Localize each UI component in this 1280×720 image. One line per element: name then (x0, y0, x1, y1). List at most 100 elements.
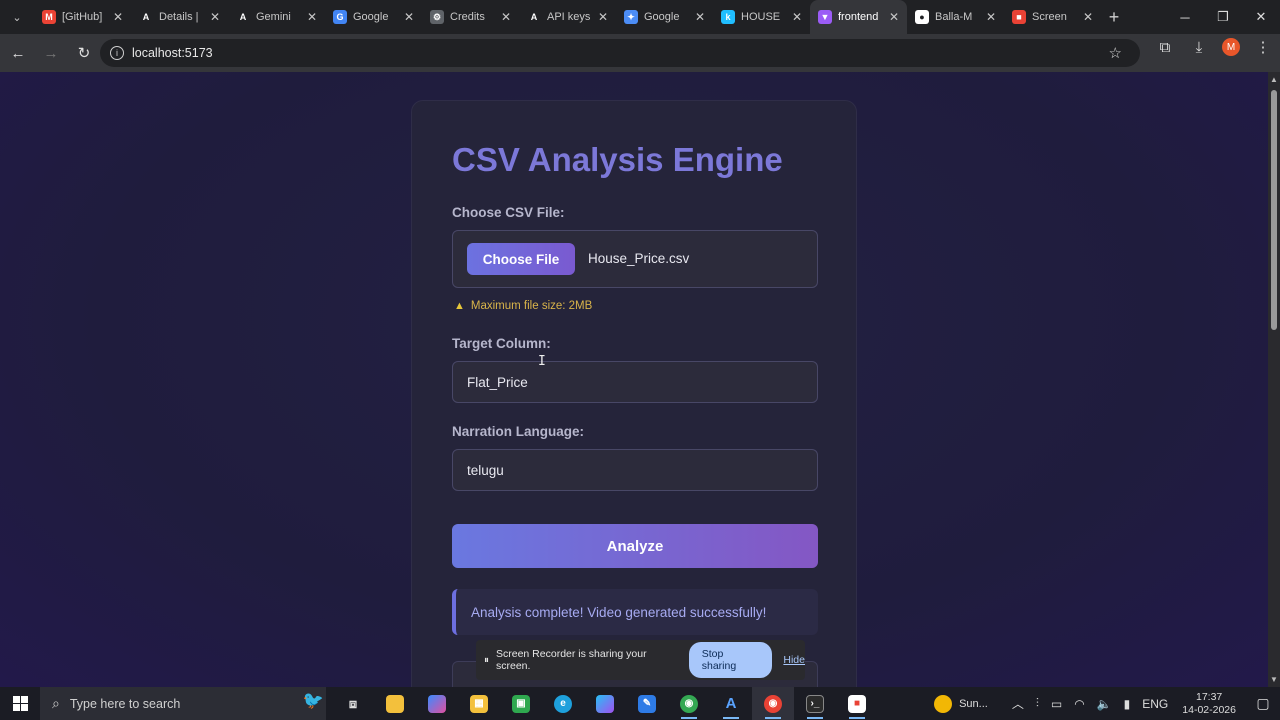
downloads-icon[interactable]: ⤓ (1188, 39, 1210, 56)
minimize-button[interactable]: ─ (1166, 0, 1204, 34)
taskbar-file-explorer[interactable] (374, 687, 416, 720)
file-explorer-icon (386, 694, 404, 713)
new-tab-button[interactable]: + (1101, 7, 1127, 28)
file-input[interactable]: Choose File House_Price.csv (452, 230, 818, 288)
taskbar-chrome[interactable]: ◉ (668, 687, 710, 720)
screen-share-message: Screen Recorder is sharing your screen. (496, 648, 647, 672)
github-icon: ● (915, 10, 929, 24)
power-icon[interactable]: ▮ (1124, 697, 1131, 711)
usb-icon[interactable]: ⫶ (1036, 696, 1039, 711)
tab-close-icon[interactable]: ✕ (1079, 10, 1097, 24)
file-label: Choose CSV File: (452, 205, 565, 220)
selected-file-name: House_Price.csv (588, 251, 690, 266)
browser-tab[interactable]: ⚙ Credits ✕ (422, 0, 519, 34)
browser-tab[interactable]: A API keys ✕ (519, 0, 616, 34)
tab-close-icon[interactable]: ✕ (885, 10, 903, 24)
address-bar[interactable]: i localhost:5173 ☆ (100, 39, 1140, 67)
tab-strip: ⌄ M [GitHub] ✕ A Details | ✕ A Gemini ✕ G Google ✕ ⚙… (0, 0, 1280, 34)
tab-title: Credits (450, 11, 485, 23)
notifications-icon[interactable]: ▢ (1246, 695, 1280, 712)
tab-close-icon[interactable]: ✕ (400, 10, 418, 24)
choose-file-button[interactable]: Choose File (467, 243, 575, 275)
tab-title: [GitHub] (62, 11, 103, 23)
taskbar-store[interactable]: ▦ (458, 687, 500, 720)
tab-search-button[interactable]: ⌄ (0, 0, 34, 34)
task-view-button[interactable]: ⧈ (332, 687, 374, 720)
tab-title: Gemini (256, 11, 291, 23)
tab-close-icon[interactable]: ✕ (109, 10, 127, 24)
browser-tab[interactable]: ✦ Google ✕ (616, 0, 713, 34)
copilot-icon (428, 694, 446, 713)
api-icon: A (527, 10, 541, 24)
warning-icon: ▲ (454, 300, 465, 312)
tab-close-icon[interactable]: ✕ (303, 10, 321, 24)
gemini-icon: A (236, 10, 250, 24)
browser-tab[interactable]: ● Balla-M ✕ (907, 0, 1004, 34)
close-window-button[interactable]: ✕ (1242, 0, 1280, 34)
search-placeholder: Type here to search (69, 696, 181, 711)
tab-title: API keys (547, 11, 591, 23)
photos-icon: ▣ (512, 694, 530, 713)
back-button[interactable]: ← (3, 38, 33, 68)
narration-language-input[interactable]: telugu (452, 449, 818, 491)
extensions-icon[interactable]: ⧉ (1154, 39, 1176, 56)
gear-icon: ⚙ (430, 10, 444, 24)
hidden-icons-chevron-icon[interactable]: ︿ (1012, 695, 1024, 712)
taskbar-chrome-profile[interactable]: ◉ (752, 687, 794, 720)
tab-close-icon[interactable]: ✕ (594, 10, 612, 24)
taskbar-screen-recorder[interactable]: ■ (836, 687, 878, 720)
taskbar-edge[interactable]: e (542, 687, 584, 720)
taskbar-photo-app[interactable]: ▣ (500, 687, 542, 720)
analysis-card: CSV Analysis Engine Choose CSV File: Cho… (411, 100, 857, 687)
browser-tab[interactable]: G Google ✕ (325, 0, 422, 34)
tab-close-icon[interactable]: ✕ (788, 10, 806, 24)
screen-recorder-icon: ■ (1012, 10, 1026, 24)
tab-close-icon[interactable]: ✕ (206, 10, 224, 24)
stop-sharing-button[interactable]: Stop sharing (688, 642, 773, 678)
analyze-button[interactable]: Analyze (452, 524, 818, 568)
target-column-input[interactable]: Flat_Price (452, 361, 818, 403)
start-button[interactable] (0, 687, 40, 720)
scroll-up-icon[interactable]: ▲ (1270, 75, 1278, 84)
tab-title: Details | (159, 11, 199, 23)
page-title: CSV Analysis Engine (452, 141, 783, 178)
narration-language-label: Narration Language: (452, 424, 585, 439)
taskbar-search[interactable]: ⌕ Type here to search 🐦 (40, 687, 326, 720)
reload-button[interactable]: ↻ (69, 38, 99, 68)
chrome-icon: ◉ (680, 694, 698, 713)
volume-icon[interactable]: 🔈 (1097, 697, 1112, 711)
taskbar-paint[interactable]: ✎ (626, 687, 668, 720)
menu-icon[interactable]: ⋮ (1252, 38, 1274, 56)
hide-button[interactable]: Hide (783, 654, 805, 666)
tab-close-icon[interactable]: ✕ (497, 10, 515, 24)
browser-tab[interactable]: k HOUSE ✕ (713, 0, 810, 34)
page-scrollbar[interactable]: ▲ ▼ (1268, 72, 1280, 687)
taskbar-terminal[interactable]: ›_ (794, 687, 836, 720)
system-tray: Sun... ︿ ⫶ ▭ ◠ 🔈 ▮ ENG 17:37 14-02-2026 … (934, 687, 1280, 720)
screen-recorder-icon: ■ (848, 694, 866, 713)
target-column-label: Target Column: (452, 336, 551, 351)
browser-tab[interactable]: ■ Screen ✕ (1004, 0, 1101, 34)
wifi-icon[interactable]: ◠ (1074, 697, 1084, 711)
url-text: localhost:5173 (132, 46, 213, 60)
browser-tab[interactable]: M [GitHub] ✕ (34, 0, 131, 34)
forward-button[interactable]: → (36, 38, 66, 68)
taskbar-vscode[interactable]: A (710, 687, 752, 720)
input-language[interactable]: ENG (1142, 697, 1168, 711)
battery-icon[interactable]: ▭ (1051, 697, 1062, 711)
tab-close-icon[interactable]: ✕ (691, 10, 709, 24)
site-info-icon[interactable]: i (110, 46, 124, 60)
weather-widget[interactable]: Sun... (934, 694, 988, 713)
clock[interactable]: 17:37 14-02-2026 (1182, 691, 1236, 717)
bookmark-star-icon[interactable]: ☆ (1109, 44, 1122, 62)
scrollbar-thumb[interactable] (1271, 90, 1277, 330)
restore-button[interactable]: ❐ (1204, 0, 1242, 34)
browser-tab[interactable]: A Gemini ✕ (228, 0, 325, 34)
tab-close-icon[interactable]: ✕ (982, 10, 1000, 24)
browser-tab[interactable]: ▼ frontend ✕ (810, 0, 907, 34)
taskbar-copilot[interactable] (416, 687, 458, 720)
browser-tab[interactable]: A Details | ✕ (131, 0, 228, 34)
profile-avatar[interactable]: M (1222, 38, 1240, 56)
taskbar-copilot-2[interactable] (584, 687, 626, 720)
scroll-down-icon[interactable]: ▼ (1270, 675, 1278, 684)
